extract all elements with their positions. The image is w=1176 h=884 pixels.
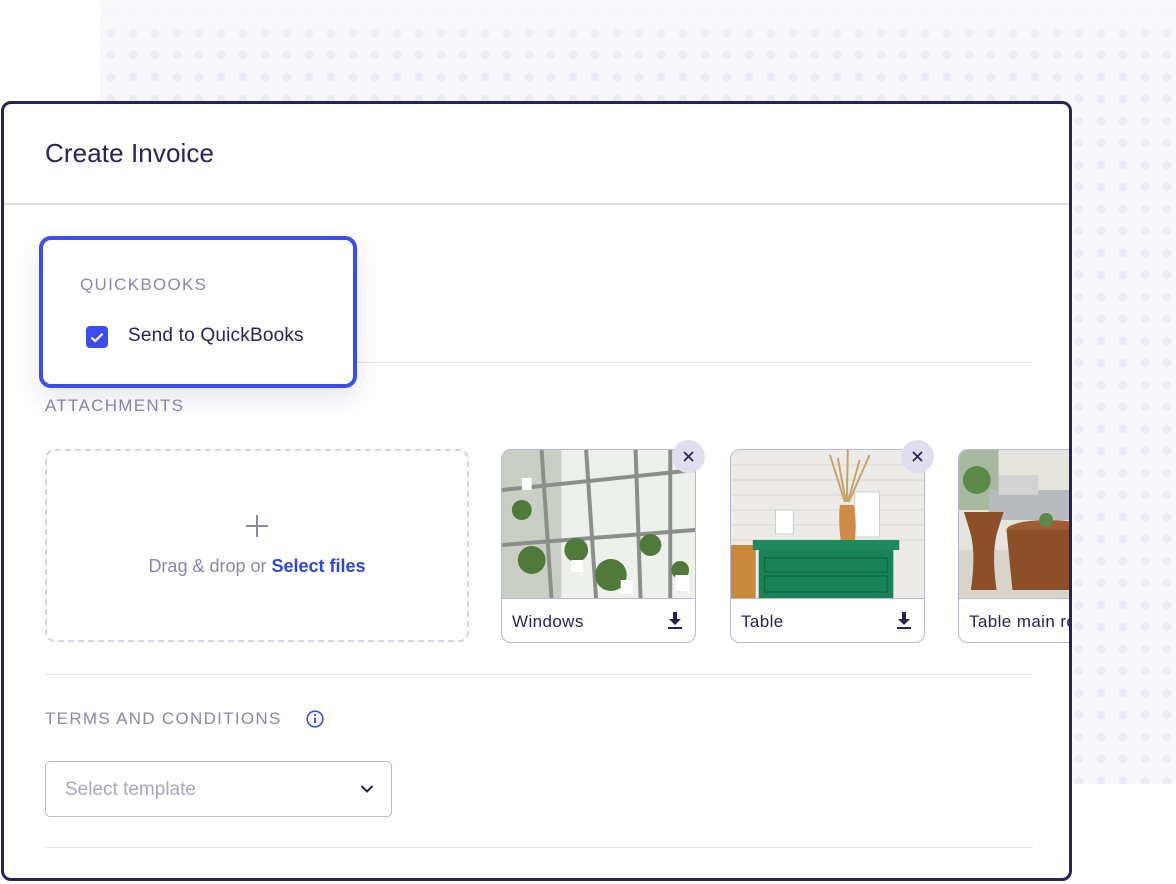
checkmark-icon (90, 332, 104, 343)
quickbooks-section-title: QUICKBOOKS (80, 275, 208, 294)
close-icon (912, 451, 923, 462)
close-icon (683, 451, 694, 462)
terms-section-title: TERMS AND CONDITIONS (45, 709, 282, 728)
create-invoice-modal: Create Invoice ATTACHMENTS Drag & drop o… (1, 101, 1072, 881)
dropzone-hint: Drag & drop or (148, 556, 272, 576)
quickbooks-card: QUICKBOOKS Send to QuickBooks (39, 236, 357, 388)
attachment-name: Table main room (969, 612, 1069, 631)
send-to-quickbooks-label[interactable]: Send to QuickBooks (128, 325, 304, 347)
select-placeholder: Select template (65, 779, 196, 800)
terms-template-select[interactable]: Select template (45, 761, 392, 817)
remove-attachment-button[interactable] (672, 440, 705, 473)
attachment-name: Windows (512, 612, 584, 631)
section-divider (45, 847, 1033, 848)
attachment-thumbnail-windows (502, 450, 695, 599)
section-divider (45, 674, 1033, 675)
attachment-card-table[interactable]: Table (730, 449, 925, 643)
download-icon[interactable] (897, 612, 911, 629)
modal-header: Create Invoice (4, 104, 1069, 205)
attachment-card-windows[interactable]: Windows (501, 449, 696, 643)
attachment-name: Table (741, 612, 784, 631)
send-to-quickbooks-checkbox[interactable] (86, 326, 108, 348)
info-icon[interactable] (306, 710, 324, 728)
download-icon[interactable] (668, 612, 682, 629)
remove-attachment-button[interactable] (901, 440, 934, 473)
dropzone-text: Drag & drop or Select files (47, 556, 467, 577)
modal-title: Create Invoice (45, 138, 215, 168)
chevron-down-icon (360, 785, 374, 793)
select-files-link[interactable]: Select files (272, 556, 366, 576)
file-dropzone[interactable]: Drag & drop or Select files (45, 449, 469, 642)
attachment-thumbnail-table (731, 450, 924, 599)
attachment-thumbnail-table-main-room (959, 450, 1069, 599)
plus-icon (246, 515, 268, 537)
background-fade (100, 0, 1176, 40)
attachments-section-title: ATTACHMENTS (45, 396, 185, 415)
attachment-card-table-main-room[interactable]: Table main room (958, 449, 1069, 643)
